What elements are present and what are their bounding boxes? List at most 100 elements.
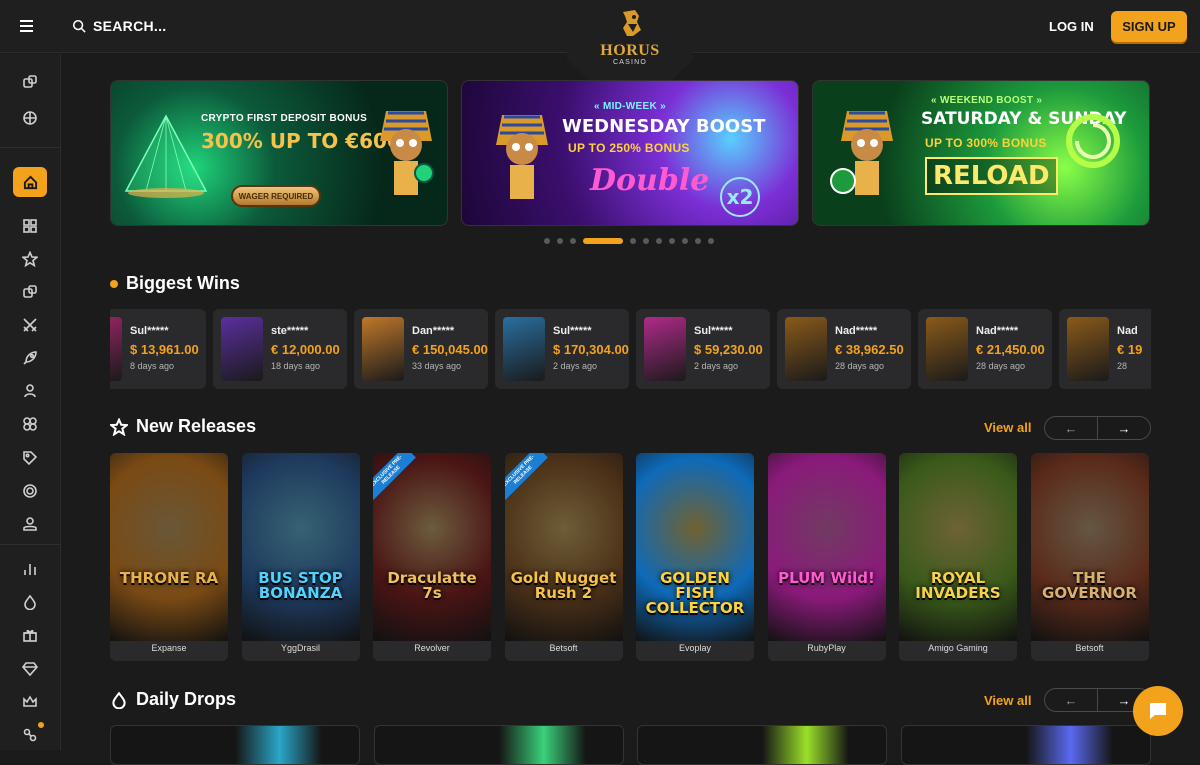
win-time: 2 days ago	[553, 361, 598, 371]
prev-arrow-button[interactable]: ←	[1045, 417, 1097, 439]
carousel-dots[interactable]	[544, 238, 714, 244]
win-card[interactable]: Nad***** € 38,962.50 28 days ago	[777, 309, 911, 389]
promo-banner-weekend[interactable]: « WEEKEND BOOST » SATURDAY & SUNDAY UP T…	[812, 80, 1150, 226]
sports-ball-icon[interactable]	[22, 110, 38, 126]
game-tile[interactable]: Draculatte 7s Revolver EXCLUSIVE PRE-RELEA…	[373, 453, 491, 661]
login-button[interactable]: LOG IN	[1049, 19, 1094, 34]
game-provider: Revolver	[414, 643, 450, 653]
daily-drop-card[interactable]	[900, 725, 1151, 765]
gift-icon[interactable]	[22, 627, 38, 643]
win-card[interactable]: Nad € 19 28	[1059, 309, 1151, 389]
game-tile[interactable]: THRONE RA Expanse	[110, 453, 228, 661]
daily-drop-card[interactable]	[637, 725, 887, 765]
search-input[interactable]: SEARCH...	[72, 18, 167, 34]
game-title: THRONE RA	[119, 569, 219, 587]
signup-button[interactable]: SIGN UP	[1111, 11, 1187, 42]
biggest-wins-list: Sul***** $ 13,961.00 8 days ago ste***** € 1…	[110, 309, 1151, 389]
banner-line1: « MID-WEEK »	[594, 101, 666, 112]
win-user: Sul*****	[694, 325, 733, 337]
game-tile[interactable]: ROYAL INVADERS Amigo Gaming	[899, 453, 1017, 661]
chip-icon[interactable]	[22, 483, 38, 499]
game-tile[interactable]: THE GOVERNOR Betsoft	[1030, 453, 1149, 661]
cards-icon[interactable]	[22, 416, 38, 432]
win-amount: $ 13,961.00	[130, 342, 199, 357]
dealer-icon[interactable]	[22, 383, 38, 399]
next-arrow-button[interactable]: →	[1097, 417, 1150, 439]
tag-icon[interactable]	[22, 450, 38, 466]
win-card[interactable]: Sul***** $ 170,304.00 2 days ago	[495, 309, 629, 389]
live-chat-button[interactable]	[1133, 686, 1183, 736]
sidebar-item-home[interactable]	[13, 167, 47, 197]
star-icon	[110, 417, 128, 436]
prev-arrow-button[interactable]: ←	[1045, 689, 1097, 711]
game-thumbnail	[503, 317, 545, 381]
win-user: Dan*****	[412, 325, 455, 337]
gem-icon[interactable]	[21, 661, 39, 677]
game-provider: RubyPlay	[807, 643, 846, 653]
crown-icon[interactable]	[22, 694, 38, 710]
user-icon[interactable]	[22, 516, 38, 532]
game-tile[interactable]: Gold Nugget Rush 2 Betsoft EXCLUSIVE PRE-R…	[504, 453, 623, 661]
drop-icon	[112, 691, 126, 709]
win-time: 28	[1117, 361, 1128, 371]
carousel-dot[interactable]	[583, 238, 623, 244]
carousel-dot[interactable]	[630, 238, 636, 244]
game-thumbnail	[644, 317, 686, 381]
daily-drops-title: Daily Drops	[136, 689, 237, 709]
banner-line3: UP TO 300% BONUS	[925, 136, 1047, 150]
home-icon	[23, 175, 37, 189]
search-icon	[72, 19, 86, 33]
new-releases-title: New Releases	[136, 416, 257, 436]
carousel-dot[interactable]	[695, 238, 701, 244]
carousel-dot[interactable]	[544, 238, 550, 244]
win-amount: € 150,045.00	[412, 342, 488, 357]
biggest-wins-title: Biggest Wins	[126, 273, 240, 293]
logo-sub: CASINO	[612, 59, 648, 66]
grid-icon[interactable]	[22, 218, 38, 234]
daily-drop-card[interactable]	[110, 725, 360, 765]
game-art	[110, 453, 228, 641]
chat-bubble-icon	[1150, 703, 1166, 719]
win-card[interactable]: Sul***** $ 13,961.00 8 days ago	[110, 309, 206, 389]
promo-banner-wednesday[interactable]: « MID-WEEK » WEDNESDAY BOOST UP TO 250% …	[461, 80, 799, 226]
carousel-dot[interactable]	[669, 238, 675, 244]
game-title: ROYAL INVADERS	[915, 569, 1001, 602]
carousel-dot[interactable]	[656, 238, 662, 244]
win-time: 2 days ago	[694, 361, 739, 371]
pharaoh-mascot-icon	[380, 111, 434, 195]
game-thumbnail	[362, 317, 404, 381]
pharaoh-mascot-icon	[830, 111, 893, 195]
game-tile[interactable]: GOLDEN FISH COLLECTOR Evoplay	[636, 453, 754, 661]
casino-logo[interactable]: HORUS CASINO	[596, 8, 664, 66]
promo-banner-crypto[interactable]: CRYPTO FIRST DEPOSIT BONUS 300% UP TO €6…	[110, 80, 448, 226]
win-card[interactable]: ste***** € 12,000.00 18 days ago	[213, 309, 347, 389]
game-art	[241, 453, 360, 641]
win-card[interactable]: Dan***** € 150,045.00 33 days ago	[354, 309, 488, 389]
drop-icon[interactable]	[22, 594, 38, 611]
crossed-swords-icon[interactable]	[22, 317, 38, 333]
carousel-dot[interactable]	[682, 238, 688, 244]
game-tile[interactable]: PLUM Wild! RubyPlay	[767, 453, 886, 661]
menu-icon[interactable]	[20, 17, 40, 35]
new-releases-view-all[interactable]: View all	[984, 420, 1031, 435]
star-icon[interactable]	[20, 250, 40, 268]
game-provider: Evoplay	[678, 643, 712, 653]
win-user: Sul*****	[553, 325, 592, 337]
carousel-dot[interactable]	[643, 238, 649, 244]
dice-icon[interactable]	[22, 74, 38, 90]
users-icon[interactable]	[22, 727, 38, 743]
game-tile[interactable]: BUS STOP BONANZA YggDrasil	[241, 453, 360, 661]
carousel-dot[interactable]	[557, 238, 563, 244]
win-card[interactable]: Sul***** $ 59,230.00 2 days ago	[636, 309, 770, 389]
win-user: Nad	[1117, 325, 1138, 337]
game-provider: Expanse	[151, 643, 187, 653]
daily-drops-view-all[interactable]: View all	[984, 693, 1031, 708]
daily-drop-card[interactable]	[373, 725, 624, 765]
carousel-dot[interactable]	[570, 238, 576, 244]
game-provider: Betsoft	[1075, 643, 1104, 653]
chart-icon[interactable]	[22, 561, 38, 577]
rocket-icon[interactable]	[22, 350, 38, 366]
win-card[interactable]: Nad***** € 21,450.00 28 days ago	[918, 309, 1052, 389]
carousel-dot[interactable]	[708, 238, 714, 244]
dice-icon[interactable]	[22, 284, 38, 300]
